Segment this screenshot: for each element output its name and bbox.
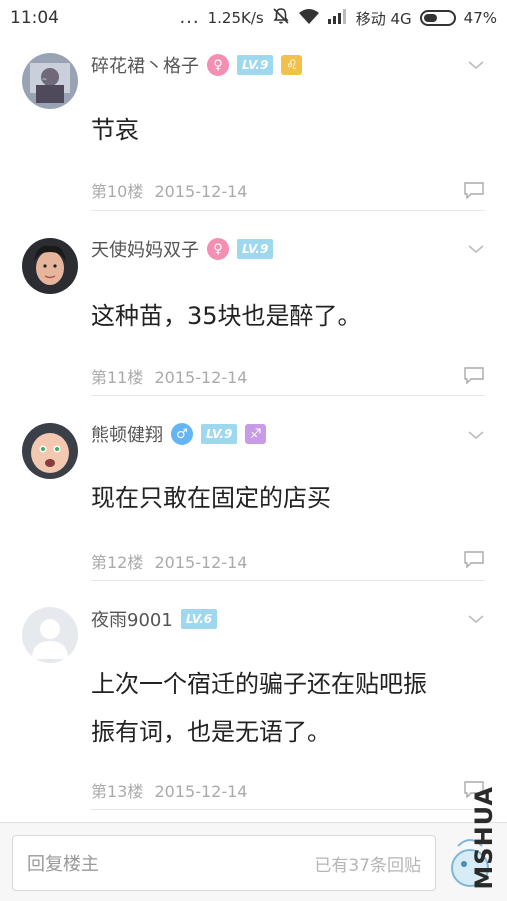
- username[interactable]: 熊顿健翔: [91, 421, 163, 447]
- carrier-label: 移动 4G: [355, 9, 412, 28]
- comment-icon[interactable]: [463, 181, 485, 199]
- male-icon: ♂: [171, 423, 193, 445]
- post-meta: 第11楼 2015-12-14: [91, 364, 247, 388]
- comment-icon[interactable]: [463, 550, 485, 568]
- post-content: 上次一个宿迁的骗子还在贴吧振 振有词，也是无语了。: [91, 660, 491, 756]
- username[interactable]: 天使妈妈双子: [91, 236, 199, 262]
- bell-mute-icon: [272, 7, 290, 29]
- reply-bar: 回复楼主 已有37条回贴: [0, 822, 507, 901]
- chevron-down-icon[interactable]: [467, 610, 485, 628]
- watermark-text: MSHUA: [470, 786, 498, 890]
- reply-input[interactable]: 回复楼主 已有37条回贴: [12, 835, 436, 891]
- level-badge: LV.9: [201, 424, 238, 444]
- divider: [91, 395, 485, 396]
- zodiac-sagittarius-icon: ♐: [245, 424, 267, 444]
- post-content: 这种苗，35块也是醉了。: [91, 302, 362, 330]
- level-badge: LV.6: [180, 609, 218, 629]
- floor-number: 第11楼: [91, 368, 144, 387]
- username[interactable]: 碎花裙丶格子: [91, 52, 199, 78]
- post-meta: 第10楼 2015-12-14: [91, 178, 247, 202]
- battery-percent: 47%: [463, 9, 497, 27]
- floor-number: 第10楼: [91, 182, 144, 201]
- post-date: 2015-12-14: [154, 782, 248, 801]
- divider: [91, 580, 485, 581]
- post-meta: 第12楼 2015-12-14: [91, 549, 247, 573]
- post-meta: 第13楼 2015-12-14: [91, 778, 247, 802]
- status-right: ... 1.25K/s 移动 4G 47%: [179, 7, 497, 29]
- avatar[interactable]: [22, 238, 78, 294]
- post-floor-10: ~ 碎花裙丶格子 ♀ LV.9 ♌ 节哀 第10楼 2015-12-14: [0, 36, 507, 212]
- post-date: 2015-12-14: [154, 368, 248, 387]
- reply-placeholder: 回复楼主: [27, 854, 99, 875]
- post-content: 现在只敢在固定的店买: [91, 484, 331, 512]
- level-badge: LV.9: [237, 55, 274, 75]
- female-icon: ♀: [207, 54, 229, 76]
- avatar[interactable]: [22, 423, 78, 479]
- divider: [91, 809, 485, 810]
- reply-count: 已有37条回贴: [314, 855, 421, 876]
- status-bar: 11:04 ... 1.25K/s 移动 4G 47%: [0, 0, 507, 36]
- chevron-down-icon[interactable]: [467, 426, 485, 444]
- post-floor-13: 夜雨9001 LV.6 上次一个宿迁的骗子还在贴吧振 振有词，也是无语了。 第1…: [0, 582, 507, 822]
- signal-icon: [327, 8, 348, 28]
- floor-number: 第12楼: [91, 553, 144, 572]
- post-floor-11: 天使妈妈双子 ♀ LV.9 这种苗，35块也是醉了。 第11楼 2015-12-…: [0, 212, 507, 398]
- post-floor-12: 熊顿健翔 ♂ LV.9 ♐ 现在只敢在固定的店买 第12楼 2015-12-14: [0, 398, 507, 582]
- chevron-down-icon[interactable]: [467, 56, 485, 74]
- user-row: 天使妈妈双子 ♀ LV.9: [91, 236, 274, 262]
- user-row: 熊顿健翔 ♂ LV.9 ♐: [91, 421, 267, 447]
- chevron-down-icon[interactable]: [467, 240, 485, 258]
- wifi-icon: [298, 8, 320, 29]
- post-content: 节哀: [91, 116, 139, 144]
- status-dots: ...: [179, 7, 200, 28]
- avatar[interactable]: ~: [22, 53, 78, 109]
- post-content-line: 上次一个宿迁的骗子还在贴吧振: [91, 670, 427, 698]
- post-date: 2015-12-14: [154, 553, 248, 572]
- zodiac-leo-icon: ♌: [281, 55, 303, 75]
- svg-text:~: ~: [42, 76, 47, 83]
- battery-icon: [419, 10, 456, 26]
- user-row: 碎花裙丶格子 ♀ LV.9 ♌: [91, 52, 303, 78]
- floor-number: 第13楼: [91, 782, 144, 801]
- network-speed: 1.25K/s: [207, 9, 264, 27]
- post-date: 2015-12-14: [154, 182, 248, 201]
- status-time: 11:04: [10, 8, 59, 28]
- female-icon: ♀: [207, 238, 229, 260]
- post-content-line: 振有词，也是无语了。: [91, 718, 331, 746]
- username[interactable]: 夜雨9001: [91, 606, 173, 632]
- user-row: 夜雨9001 LV.6: [91, 606, 218, 632]
- level-badge: LV.9: [237, 239, 274, 259]
- divider: [91, 210, 485, 211]
- comment-icon[interactable]: [463, 366, 485, 384]
- avatar[interactable]: [22, 607, 78, 663]
